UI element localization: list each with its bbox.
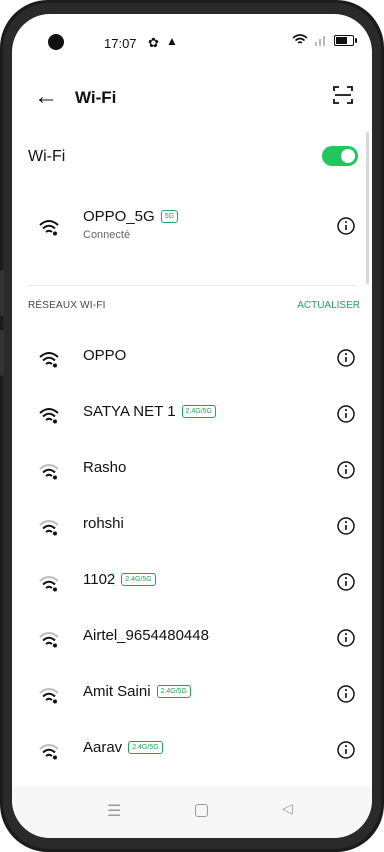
settings-icon: ✿ [148,35,159,50]
info-icon[interactable] [336,684,356,704]
status-bar: 17:07 ✿ ▲ [12,14,372,70]
network-name-wrap: rohshi [83,515,124,532]
network-name-wrap: 1102 2.4G/5G [83,571,156,588]
info-icon[interactable] [336,628,356,648]
network-name-wrap: Aarav 2.4G/5G [83,739,163,756]
network-row[interactable]: SATYA NET 1 2.4G/5G [12,388,372,442]
info-icon[interactable] [336,404,356,424]
scan-icon[interactable] [332,84,354,106]
info-icon[interactable] [336,216,356,236]
network-row[interactable]: OPPO [12,332,372,386]
status-time: 17:07 [104,36,137,51]
status-icons [292,34,357,46]
band-badge: 2.4G/5G [121,573,156,586]
network-name-wrap: SATYA NET 1 2.4G/5G [83,403,217,420]
wifi-icon [39,220,59,236]
section-title: RÉSEAUX WI-FI [28,300,106,311]
wifi-icon [39,744,59,760]
network-name: Amit Saini [83,683,151,700]
wifi-icon [39,576,59,592]
wifi-status-icon [292,34,308,44]
network-name: Rasho [83,459,127,476]
band-badge: 5G [160,210,179,223]
network-row[interactable]: Airtel_9654480448 [12,612,372,666]
back-triangle-icon[interactable]: ◁ [282,800,293,817]
network-name: 1102 [83,571,116,588]
wifi-toggle[interactable] [322,146,358,166]
network-name-wrap: OPPO [83,347,126,364]
front-camera [48,34,64,50]
info-icon[interactable] [336,516,356,536]
wifi-icon [39,688,59,704]
network-name: rohshi [83,515,124,532]
band-badge: 2.4G/5G [128,741,163,754]
toggle-knob [341,149,355,163]
wifi-icon [39,520,59,536]
band-badge: 2.4G/5G [181,405,217,418]
phone-frame: 17:07 ✿ ▲ ← Wi-Fi Wi-Fi OPPO_5G 5G Conne… [0,0,384,852]
connected-network-name: OPPO_5G 5G [83,208,179,225]
network-name-wrap: Airtel_9654480448 [83,627,209,644]
wifi-icon [39,464,59,480]
network-name: Aarav [83,739,123,756]
refresh-button[interactable]: ACTUALISER [297,300,360,311]
network-row[interactable]: 1102 2.4G/5G [12,556,372,610]
network-row[interactable]: Rasho [12,444,372,498]
connected-network-row[interactable]: OPPO_5G 5G Connecté [12,200,372,254]
network-row[interactable]: rohshi [12,500,372,554]
network-name: OPPO_5G [83,208,155,225]
info-icon[interactable] [336,460,356,480]
navigation-bar: ☰ ◁ [12,786,372,838]
volume-up-button [0,270,4,316]
battery-icon [334,34,357,46]
wifi-label: Wi-Fi [28,148,66,165]
connection-status: Connecté [83,229,131,241]
info-icon[interactable] [336,740,356,760]
scrollbar[interactable] [366,132,369,284]
title-bar: ← Wi-Fi [12,78,372,118]
menu-icon[interactable]: ☰ [107,801,121,821]
warning-icon: ▲ [166,34,178,48]
volume-down-button [0,330,4,376]
network-name-wrap: Rasho [83,459,126,476]
wifi-icon [39,632,59,648]
network-row[interactable]: Aarav 2.4G/5G [12,724,372,778]
wifi-icon [39,352,59,368]
info-icon[interactable] [336,572,356,592]
divider [28,285,356,286]
network-name: OPPO [83,347,127,364]
signal-icon [315,36,325,46]
wifi-toggle-row: Wi-Fi [12,140,372,174]
network-name: SATYA NET 1 [83,403,176,420]
network-row[interactable]: Amit Saini 2.4G/5G [12,668,372,722]
network-name-wrap: Amit Saini 2.4G/5G [83,683,191,700]
screen: 17:07 ✿ ▲ ← Wi-Fi Wi-Fi OPPO_5G 5G Conne… [12,14,372,838]
band-badge: 2.4G/5G [156,685,191,698]
info-icon[interactable] [336,348,356,368]
network-name: Airtel_9654480448 [83,627,209,644]
wifi-icon [39,408,59,424]
back-arrow-icon[interactable]: ← [34,83,58,111]
page-title: Wi-Fi [75,88,117,107]
home-icon[interactable] [195,804,208,817]
